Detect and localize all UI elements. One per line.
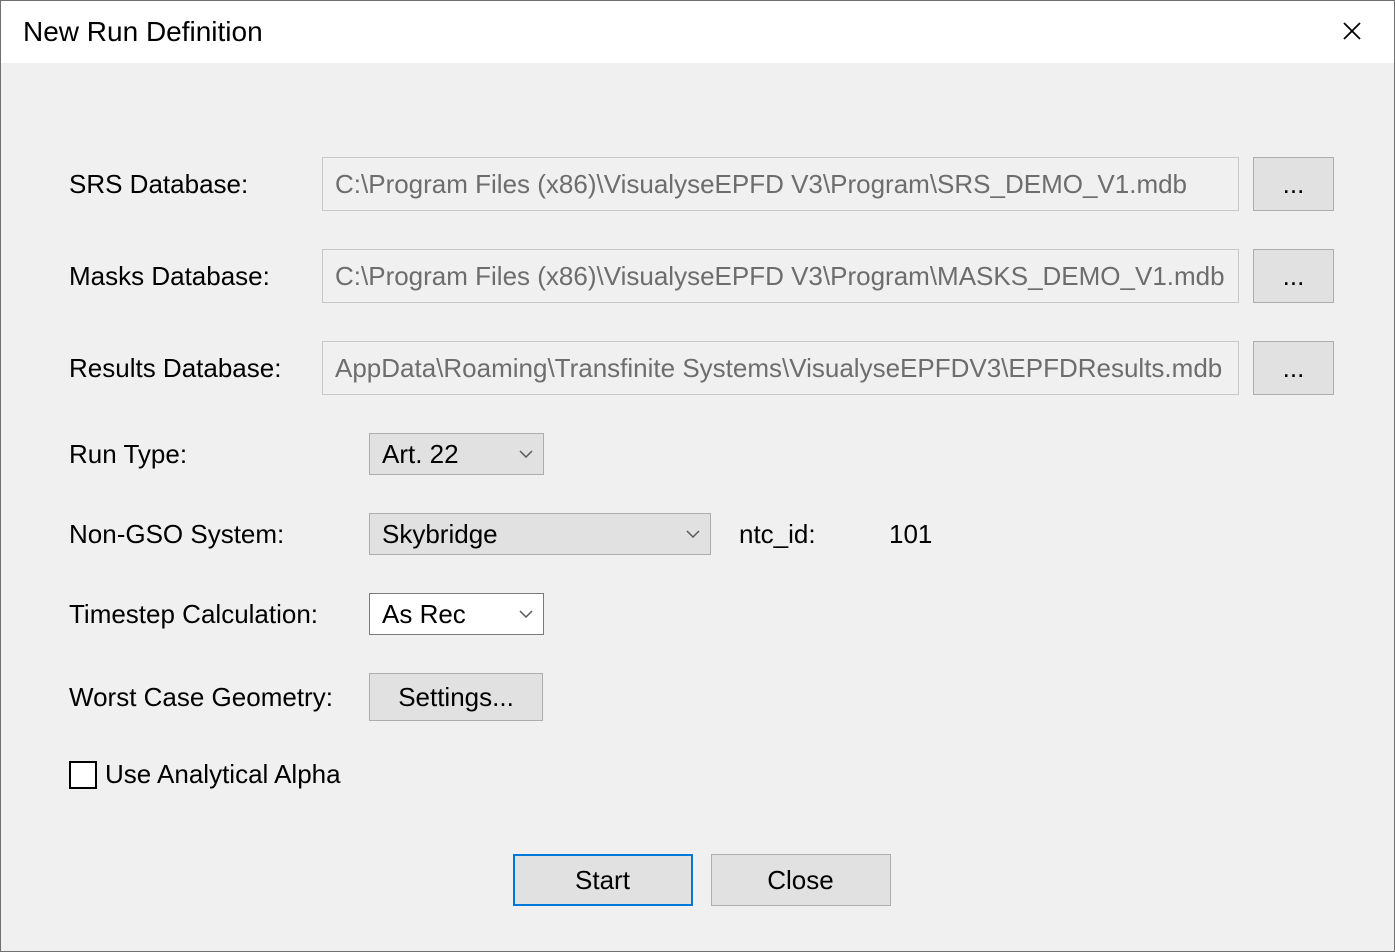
timestep-row: Timestep Calculation: As Rec: [69, 593, 1334, 635]
titlebar: New Run Definition: [1, 1, 1394, 63]
run-type-dropdown[interactable]: Art. 22: [369, 433, 544, 475]
run-type-label: Run Type:: [69, 439, 369, 470]
close-button[interactable]: Close: [711, 854, 891, 906]
worst-case-geometry-row: Worst Case Geometry: Settings...: [69, 673, 1334, 721]
wcg-settings-button[interactable]: Settings...: [369, 673, 543, 721]
srs-browse-button[interactable]: ...: [1253, 157, 1334, 211]
timestep-dropdown[interactable]: As Rec: [369, 593, 544, 635]
chevron-down-icon: [519, 610, 533, 618]
dialog-button-row: Start Close: [69, 854, 1334, 906]
new-run-definition-dialog: New Run Definition SRS Database: C:\Prog…: [0, 0, 1395, 952]
masks-browse-button[interactable]: ...: [1253, 249, 1334, 303]
srs-database-row: SRS Database: C:\Program Files (x86)\Vis…: [69, 157, 1334, 211]
srs-database-label: SRS Database:: [69, 169, 322, 200]
run-type-row: Run Type: Art. 22: [69, 433, 1334, 475]
non-gso-label: Non-GSO System:: [69, 519, 369, 550]
analytical-alpha-row: Use Analytical Alpha: [69, 759, 1334, 790]
non-gso-value: Skybridge: [382, 519, 498, 550]
analytical-alpha-label: Use Analytical Alpha: [105, 759, 341, 790]
non-gso-dropdown[interactable]: Skybridge: [369, 513, 711, 555]
dialog-title: New Run Definition: [23, 16, 263, 48]
wcg-label: Worst Case Geometry:: [69, 682, 369, 713]
close-icon[interactable]: [1332, 15, 1372, 49]
ntc-id-value: 101: [889, 519, 932, 550]
run-type-value: Art. 22: [382, 439, 459, 470]
masks-database-input[interactable]: C:\Program Files (x86)\VisualyseEPFD V3\…: [322, 249, 1239, 303]
chevron-down-icon: [686, 530, 700, 538]
results-database-label: Results Database:: [69, 353, 322, 384]
timestep-value: As Rec: [382, 599, 466, 630]
chevron-down-icon: [519, 450, 533, 458]
ntc-id-label: ntc_id:: [739, 519, 889, 550]
start-button[interactable]: Start: [513, 854, 693, 906]
masks-database-label: Masks Database:: [69, 261, 322, 292]
dialog-content: SRS Database: C:\Program Files (x86)\Vis…: [1, 63, 1394, 951]
results-database-input[interactable]: AppData\Roaming\Transfinite Systems\Visu…: [322, 341, 1239, 395]
results-database-row: Results Database: AppData\Roaming\Transf…: [69, 341, 1334, 395]
timestep-label: Timestep Calculation:: [69, 599, 369, 630]
masks-database-row: Masks Database: C:\Program Files (x86)\V…: [69, 249, 1334, 303]
results-browse-button[interactable]: ...: [1253, 341, 1334, 395]
non-gso-row: Non-GSO System: Skybridge ntc_id: 101: [69, 513, 1334, 555]
srs-database-input[interactable]: C:\Program Files (x86)\VisualyseEPFD V3\…: [322, 157, 1239, 211]
analytical-alpha-checkbox[interactable]: [69, 761, 97, 789]
